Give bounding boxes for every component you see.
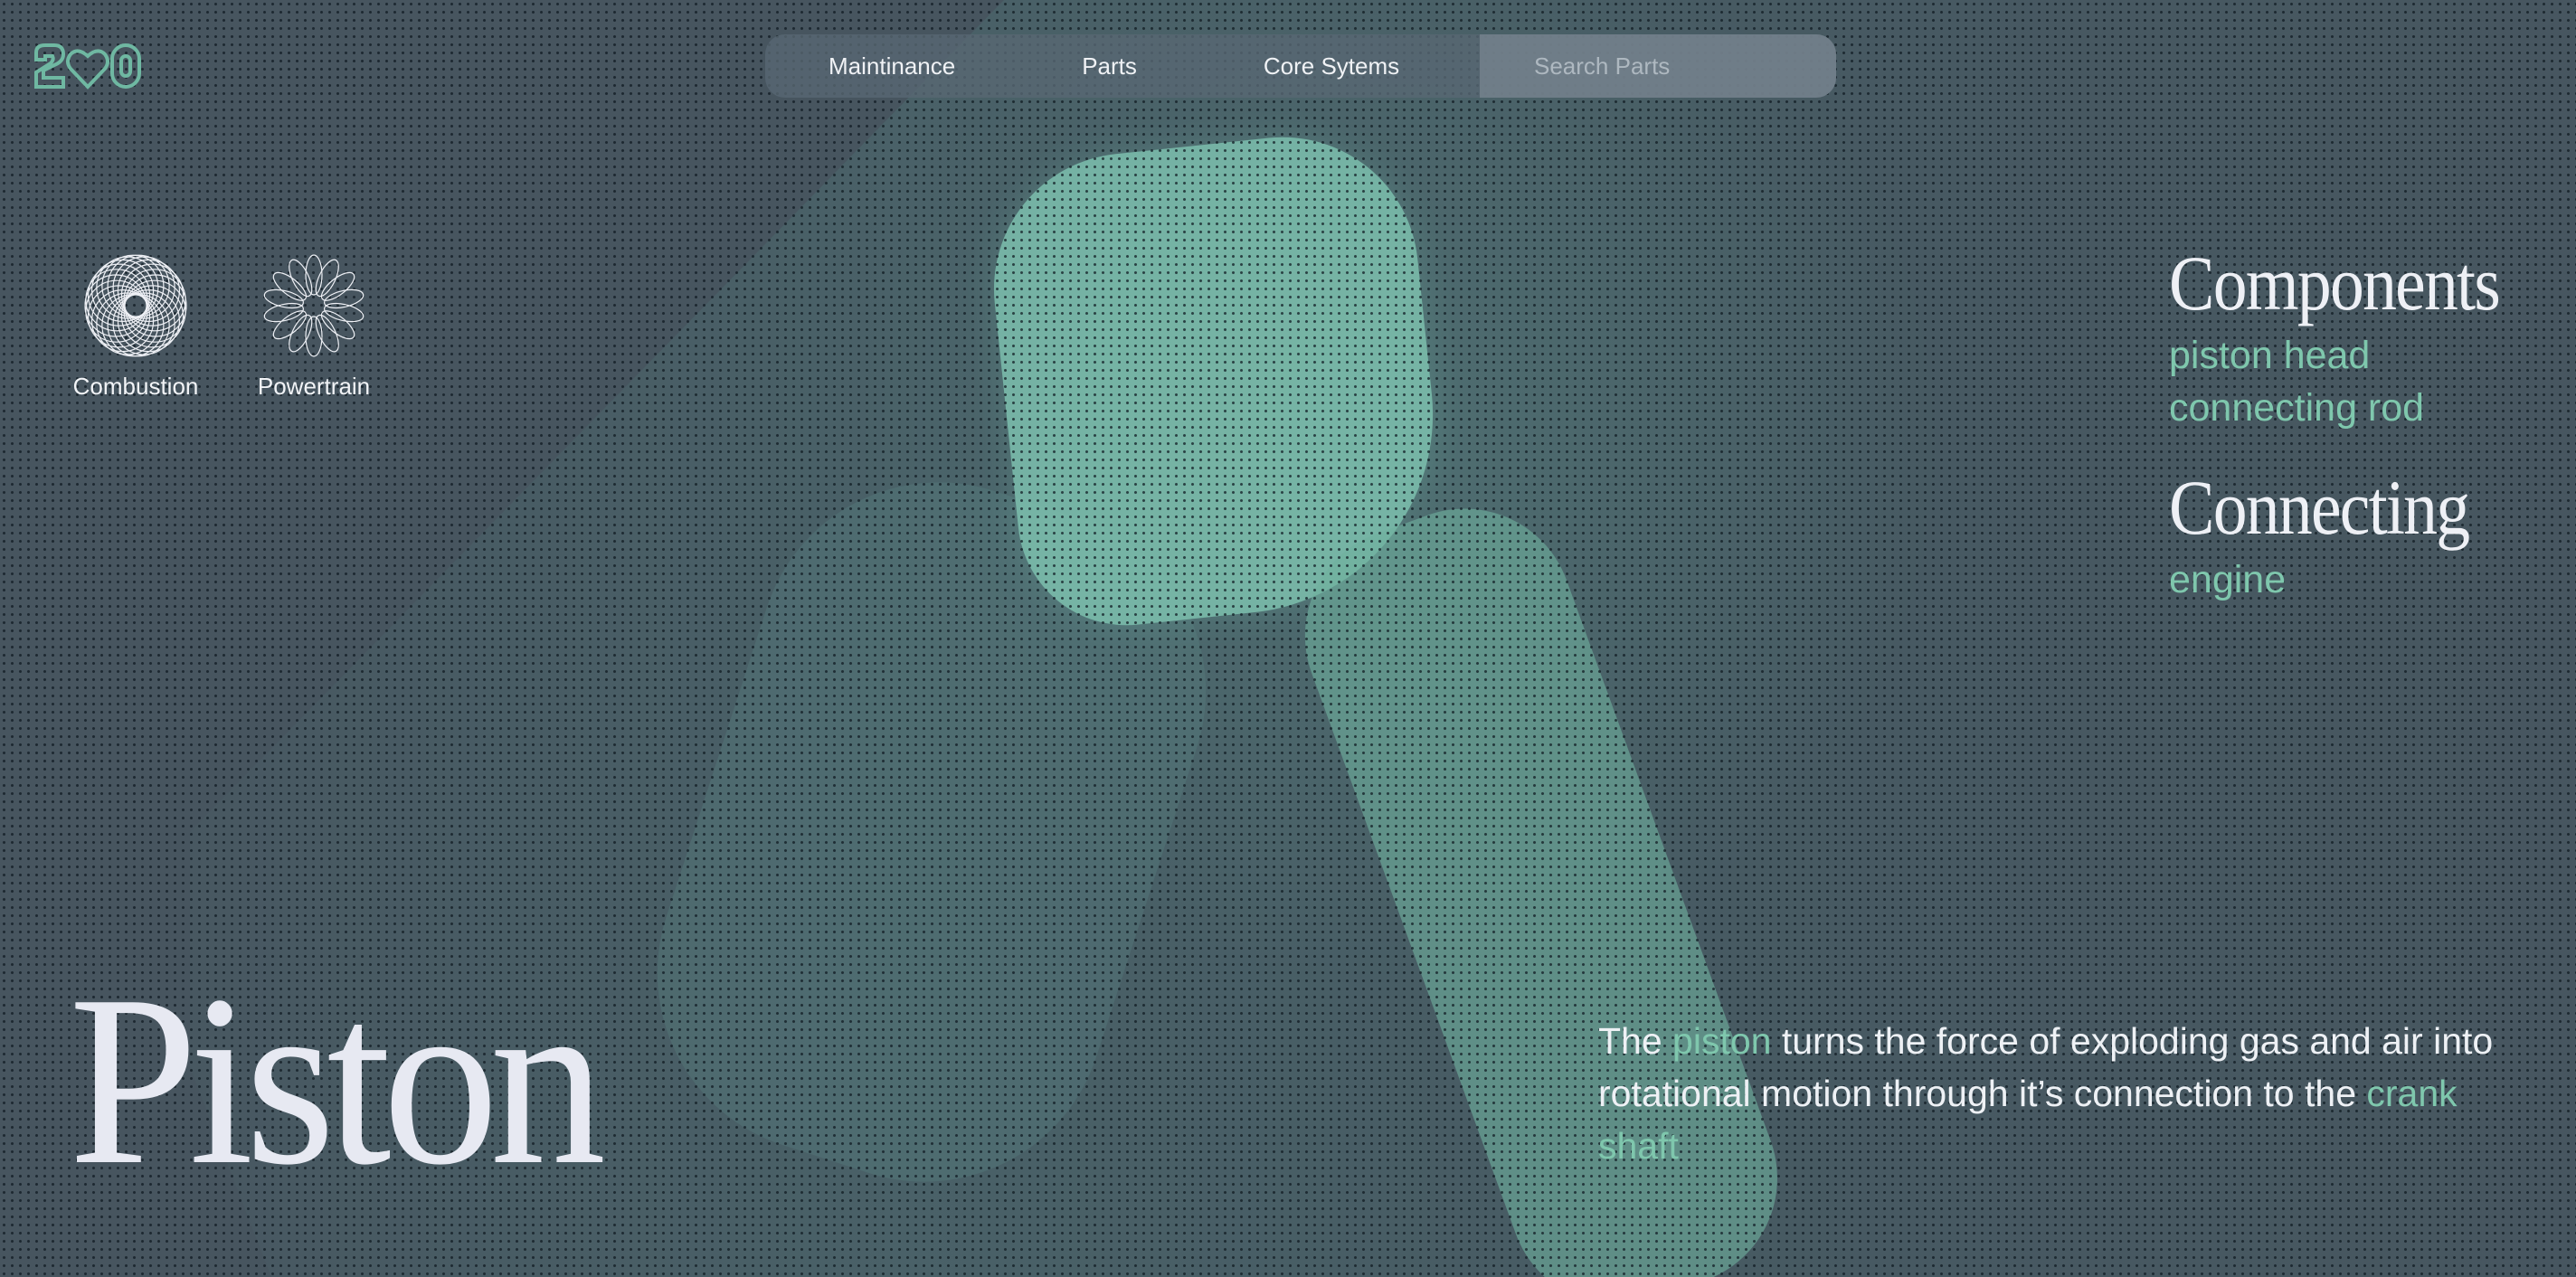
description: The piston turns the force of exploding …	[1598, 1015, 2512, 1172]
component-link[interactable]: connecting rod	[2169, 382, 2544, 434]
spirograph-ring-icon	[84, 254, 187, 357]
logo-icon[interactable]	[33, 42, 143, 90]
page-title: Piston	[69, 945, 606, 1216]
connecting-heading: Connecting	[2169, 464, 2470, 551]
piston-link[interactable]: piston	[1672, 1020, 1771, 1062]
category-label: Powertrain	[257, 373, 371, 400]
top-nav: Maintinance Parts Core Sytems	[765, 34, 1836, 98]
components-list: piston head connecting rod	[2169, 329, 2544, 434]
spirograph-flower-icon	[263, 254, 365, 357]
category-combustion[interactable]: Combustion	[68, 251, 204, 401]
nav-maintinance[interactable]: Maintinance	[765, 34, 1018, 98]
nav-parts[interactable]: Parts	[1018, 34, 1200, 98]
description-text: The	[1598, 1020, 1673, 1062]
side-panel: Components piston head connecting rod Co…	[2169, 244, 2544, 606]
connecting-list: engine	[2169, 553, 2544, 606]
connecting-link[interactable]: engine	[2169, 553, 2544, 606]
search-input[interactable]	[1480, 34, 1836, 98]
nav-core-systems[interactable]: Core Sytems	[1200, 34, 1463, 98]
category-label: Combustion	[72, 373, 199, 400]
category-powertrain[interactable]: Powertrain	[246, 251, 382, 401]
components-heading: Components	[2169, 240, 2501, 326]
component-link[interactable]: piston head	[2169, 329, 2544, 382]
